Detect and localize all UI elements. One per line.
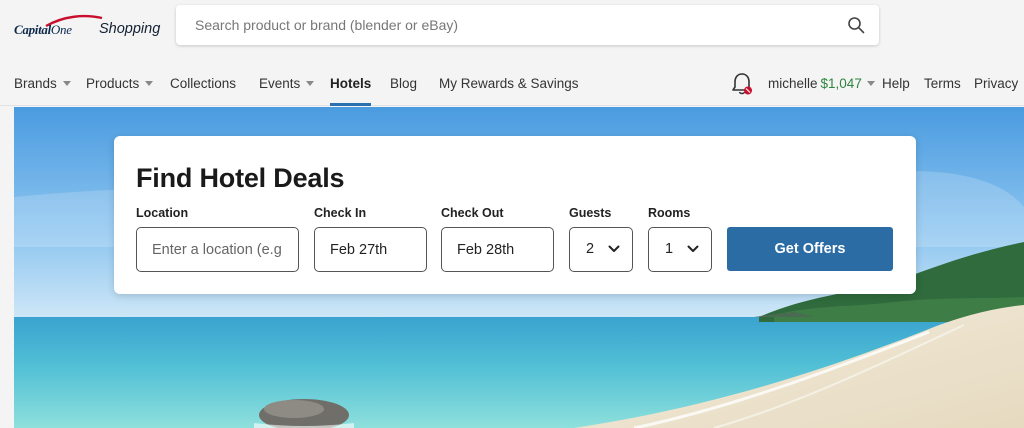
nav-label: Privacy (974, 76, 1019, 91)
nav-label: Brands (14, 76, 57, 91)
user-account-menu[interactable]: michelle $1,047 (768, 76, 875, 91)
capital-one-shopping-logo[interactable]: CapitalOne Shopping (14, 12, 164, 42)
check-out-input[interactable] (442, 228, 553, 271)
rewards-balance: $1,047 (820, 76, 862, 91)
username: michelle (768, 76, 818, 91)
nav-label: Products (86, 76, 140, 91)
caret-down-icon (62, 80, 71, 86)
rooms-value: 1 (665, 241, 674, 257)
bell-icon[interactable] (731, 72, 753, 96)
check-out-label: Check Out (441, 206, 504, 220)
check-in-label: Check In (314, 206, 367, 220)
nav-item-hotels[interactable]: Hotels (330, 76, 372, 106)
nav-label: My Rewards & Savings (439, 76, 579, 91)
location-label: Location (136, 206, 189, 220)
search-input[interactable] (176, 5, 879, 45)
nav-label: Hotels (330, 76, 372, 91)
logo-brand-word: Capital (14, 22, 51, 37)
nav-item-collections[interactable]: Collections (170, 76, 236, 91)
caret-down-icon (306, 80, 315, 86)
location-input[interactable] (137, 228, 298, 271)
rooms-label: Rooms (648, 206, 691, 220)
hotel-deals-form: Find Hotel Deals Location Check In Check… (114, 136, 916, 294)
nav-item-events[interactable]: Events (259, 76, 315, 91)
nav-item-brands[interactable]: Brands (14, 76, 71, 91)
nav-item-help[interactable]: Help (882, 76, 910, 91)
form-title: Find Hotel Deals (136, 163, 345, 193)
guests-label: Guests (569, 206, 612, 220)
top-header: CapitalOne Shopping Brands Products Coll… (0, 0, 1024, 106)
rooms-select[interactable]: 1 (648, 227, 712, 272)
get-offers-button[interactable]: Get Offers (727, 227, 893, 271)
caret-down-icon (866, 80, 875, 86)
nav-label: Help (882, 76, 910, 91)
check-in-input[interactable] (315, 228, 426, 271)
nav-label: Events (259, 76, 301, 91)
logo-brand-one: One (50, 22, 72, 37)
guests-value: 2 (586, 241, 595, 257)
nav-item-rewards-savings[interactable]: My Rewards & Savings (439, 76, 579, 91)
chevron-down-icon (687, 245, 699, 252)
logo-product-name: Shopping (99, 21, 161, 37)
nav-item-terms[interactable]: Terms (924, 76, 961, 91)
search-bar (176, 5, 879, 45)
check-in-field (314, 227, 427, 272)
nav-label: Blog (390, 76, 418, 91)
caret-down-icon (145, 80, 154, 86)
chevron-down-icon (608, 245, 620, 252)
location-field (136, 227, 299, 272)
nav-label: Terms (924, 76, 961, 91)
nav-item-products[interactable]: Products (86, 76, 154, 91)
nav-label: Collections (170, 76, 237, 91)
search-icon[interactable] (847, 16, 865, 34)
guests-select[interactable]: 2 (569, 227, 633, 272)
check-out-field (441, 227, 554, 272)
nav-item-blog[interactable]: Blog (390, 76, 417, 91)
nav-item-privacy[interactable]: Privacy (974, 76, 1018, 91)
